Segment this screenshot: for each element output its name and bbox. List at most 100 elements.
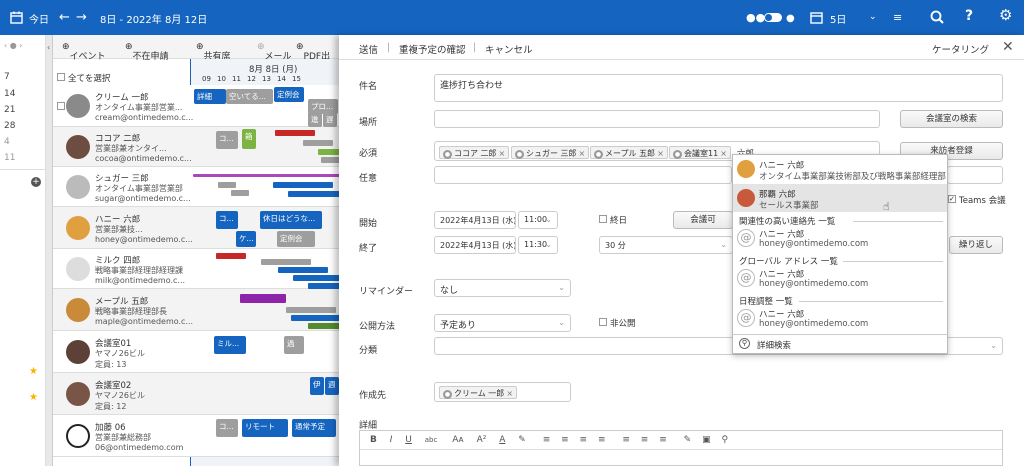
remove-icon[interactable]: × xyxy=(720,149,727,158)
image-icon[interactable]: ▣ xyxy=(702,435,711,445)
underline-icon[interactable]: U xyxy=(405,435,412,445)
attendee-chip[interactable]: ● ココア 二郎 × xyxy=(439,146,510,159)
align-left-icon[interactable]: ≡ xyxy=(622,435,630,445)
teams-checkbox[interactable]: ✓ xyxy=(948,195,956,203)
mini-calendar-day[interactable]: 11 xyxy=(4,153,15,163)
event-bar[interactable] xyxy=(288,191,343,197)
mini-calendar-day[interactable]: 21 xyxy=(4,105,15,115)
font-color-icon[interactable]: A xyxy=(499,435,505,445)
event-block[interactable]: 週 xyxy=(325,377,339,395)
creator-chip[interactable]: ● クリーム 一郎 × xyxy=(439,386,518,399)
event-block[interactable]: 定例会 xyxy=(274,87,304,102)
remove-icon[interactable]: × xyxy=(499,149,506,158)
subject-input[interactable]: 進捗打ち合わせ xyxy=(434,74,1003,102)
suggestion-item[interactable]: ハニー 六郎 オンタイム事業部業技術部及び戦略事業部経理部 xyxy=(733,155,947,183)
event-block[interactable]: 休日はどうな... xyxy=(260,211,322,229)
mail-button[interactable]: ⊕ メール xyxy=(257,42,292,62)
event-bar[interactable] xyxy=(240,294,286,303)
event-block[interactable]: コ... xyxy=(216,211,238,229)
event-bar[interactable] xyxy=(308,323,343,329)
event-bar[interactable] xyxy=(303,140,333,146)
mini-calendar-day[interactable]: 28 xyxy=(4,121,15,131)
list-icon[interactable]: ≡ xyxy=(543,435,551,445)
add-shared-seat-button[interactable]: ⊕ 共有席 xyxy=(196,42,231,62)
event-block[interactable]: コ... xyxy=(216,131,238,149)
event-bar[interactable] xyxy=(261,259,311,265)
indent-icon[interactable]: ≡ xyxy=(580,435,588,445)
highlight-icon[interactable]: ✎ xyxy=(518,435,526,445)
calendar-icon[interactable] xyxy=(10,11,23,27)
attendee-chip[interactable]: ● 会議室11 × xyxy=(669,146,731,159)
event-bar[interactable] xyxy=(193,174,343,177)
days-view[interactable]: 5日 xyxy=(830,11,846,26)
detail-search-button[interactable]: ⚲ 詳細検索 xyxy=(733,336,947,353)
toggle-switch[interactable] xyxy=(764,13,782,22)
event-block[interactable]: 定例会 xyxy=(277,231,315,247)
superscript-icon[interactable]: A² xyxy=(477,435,487,445)
mini-calendar-day[interactable]: 14 xyxy=(4,89,15,99)
pdf-button[interactable]: ⊕ PDF出 xyxy=(296,42,330,62)
mini-calendar-nav[interactable]: ‹ ● › xyxy=(4,41,22,50)
chevron-down-icon[interactable]: ⌄ xyxy=(869,11,877,24)
check-duplicates-button[interactable]: 重複予定の確認 xyxy=(399,42,466,56)
remove-icon[interactable]: × xyxy=(579,149,586,158)
creator-input[interactable]: ● クリーム 一郎 × xyxy=(434,382,571,402)
attachment-icon[interactable]: ⚲ xyxy=(721,435,728,445)
event-block[interactable]: 詳細 xyxy=(194,89,226,104)
row-checkbox[interactable] xyxy=(57,102,65,110)
today-button[interactable]: 今日 xyxy=(29,11,49,26)
select-all-checkbox[interactable] xyxy=(57,73,65,81)
duration-select[interactable]: 30 分 ⌄ xyxy=(599,236,733,254)
private-checkbox[interactable] xyxy=(599,318,607,326)
end-time-select[interactable]: 11:30 ⌄ xyxy=(518,236,558,254)
room-availability-button[interactable]: 会議可 xyxy=(673,211,733,229)
event-bar[interactable] xyxy=(278,267,328,273)
event-block[interactable]: 遅 xyxy=(323,112,337,127)
event-bar[interactable] xyxy=(216,253,246,259)
optional-attendees-input[interactable] xyxy=(434,166,732,184)
format-clear-icon[interactable]: ✎ xyxy=(684,435,692,445)
send-button[interactable]: 送信 xyxy=(359,42,378,56)
event-block[interactable]: 過 xyxy=(284,336,304,354)
suggestion-item[interactable]: @ ハニー 六郎 honey@ontimedemo.com xyxy=(733,305,947,333)
optional-attendees-input-end[interactable] xyxy=(947,166,1003,184)
add-event-button[interactable]: ⊕ イベント xyxy=(62,42,106,62)
event-bar[interactable] xyxy=(218,182,236,188)
bold-icon[interactable]: B xyxy=(370,435,377,445)
event-block[interactable]: コ... xyxy=(216,419,238,437)
event-block[interactable]: 箱 xyxy=(242,129,256,149)
start-time-select[interactable]: 11:00 ⌄ xyxy=(518,211,558,229)
cancel-button[interactable]: キャンセル xyxy=(485,42,533,56)
close-icon[interactable]: ✕ xyxy=(1002,39,1014,55)
catering-button[interactable]: ケータリング xyxy=(932,42,989,56)
event-block[interactable]: 伊 xyxy=(310,377,324,395)
room-search-button[interactable]: 会議室の検索 xyxy=(900,110,1003,128)
calendar-view-icon[interactable] xyxy=(810,11,823,27)
event-bar[interactable] xyxy=(308,283,343,289)
mini-calendar-day[interactable]: 7 xyxy=(4,72,10,82)
collapse-gutter[interactable]: ‹ xyxy=(46,35,53,466)
end-date-input[interactable]: 2022年4月13日 (水) xyxy=(434,236,516,254)
suggestion-item[interactable]: @ ハニー 六郎 honey@ontimedemo.com xyxy=(733,265,947,293)
details-editor[interactable]: B I U abc Aᴀ A² A ✎ ≡ ≡ ≡ ≡ ≡ ≡ ≡ ✎ ▣ ⚲ xyxy=(359,430,1003,466)
arrow-right-icon[interactable]: → xyxy=(76,11,87,24)
font-size-icon[interactable]: Aᴀ xyxy=(452,435,463,445)
strikethrough-icon[interactable]: abc xyxy=(425,436,438,444)
event-bar[interactable] xyxy=(275,130,315,136)
attendee-chip[interactable]: ● メープル 五郎 × xyxy=(590,146,668,159)
help-icon[interactable]: ? xyxy=(965,9,973,23)
align-center-icon[interactable]: ≡ xyxy=(641,435,649,445)
remove-icon[interactable]: × xyxy=(657,149,664,158)
room-row[interactable]: 会議室02 ヤマノ26ビル 定員: 12 xyxy=(53,373,343,415)
repeat-button[interactable]: 繰り返し xyxy=(949,236,1003,254)
chevron-left-icon[interactable]: ‹ xyxy=(47,43,50,52)
reminder-select[interactable]: なし ⌄ xyxy=(434,279,571,297)
location-input[interactable] xyxy=(434,110,880,128)
event-block[interactable]: 通常予定 xyxy=(292,419,336,437)
publish-select[interactable]: 予定あり ⌄ xyxy=(434,314,571,332)
outdent-icon[interactable]: ≡ xyxy=(598,435,606,445)
settings-sliders-icon[interactable]: ≡ xyxy=(893,11,902,24)
add-absence-button[interactable]: ⊕ 不在申請 xyxy=(125,42,169,62)
event-block[interactable]: 進 xyxy=(308,112,322,127)
event-block[interactable]: ミル... xyxy=(214,336,246,354)
